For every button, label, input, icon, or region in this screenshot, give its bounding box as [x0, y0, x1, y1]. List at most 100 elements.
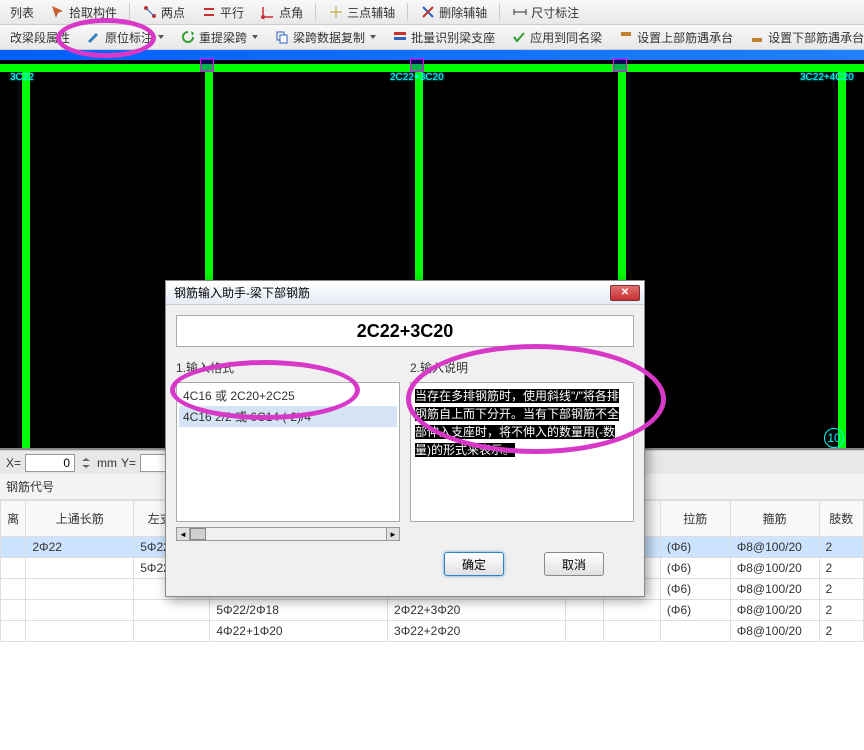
tool-point-angle[interactable]: 点角 [254, 2, 309, 23]
table-cell[interactable] [1, 537, 26, 558]
table-cell[interactable] [603, 600, 660, 621]
col-tie[interactable]: 拉筋 [660, 501, 730, 537]
tool-delete-axis[interactable]: 删除辅轴 [414, 2, 493, 23]
table-cell[interactable] [26, 579, 134, 600]
table-cell[interactable]: 4Φ22+1Φ20 [210, 621, 388, 642]
table-cell[interactable]: (Φ6) [660, 558, 730, 579]
scroll-left-button[interactable]: ◄ [176, 527, 190, 541]
tool-copy-span-data[interactable]: 梁跨数据复制 [268, 27, 382, 48]
axis-icon [328, 4, 344, 20]
format-list-item[interactable]: 4C16 或 2C20+2C25 [179, 385, 397, 406]
table-row[interactable]: 5Φ22/2Φ182Φ22+3Φ20 (Φ6)Φ8@100/202 [1, 600, 864, 621]
tool-set-top-rebar[interactable]: 设置上部筋遇承台 [612, 27, 739, 48]
tool-parallel[interactable]: 平行 [195, 2, 250, 23]
tool-set-bottom-rebar[interactable]: 设置下部筋遇承台 [743, 27, 864, 48]
table-cell[interactable]: Φ8@100/20 [730, 600, 819, 621]
format-list[interactable]: 4C16 或 2C20+2C25 4C16 2/2 或 6C14 (-2)/4 [176, 382, 400, 522]
col-top-long[interactable]: 上通长筋 [26, 501, 134, 537]
table-cell[interactable]: 2 [819, 579, 863, 600]
table-cell[interactable] [26, 621, 134, 642]
table-cell[interactable] [26, 558, 134, 579]
table-row[interactable]: 4Φ22+1Φ203Φ22+2Φ20 Φ8@100/202 [1, 621, 864, 642]
col-stirrup[interactable]: 箍筋 [730, 501, 819, 537]
tool-pick-component[interactable]: 拾取构件 [44, 2, 123, 23]
dialog-right-column: 2.输入说明 当存在多排钢筋时，使用斜线"/"将各排钢筋自上而下分开。当有下部钢… [410, 359, 634, 542]
table-cell[interactable]: 2 [819, 558, 863, 579]
col-gap[interactable]: 离 [1, 501, 26, 537]
tool-list[interactable]: 列表 [4, 2, 40, 23]
beam-vertical[interactable] [838, 64, 846, 448]
beam-node[interactable] [200, 58, 214, 72]
scroll-track[interactable] [190, 527, 386, 541]
toolbar-top: 列表 拾取构件 两点 平行 点角 三点辅轴 删除辅轴 尺寸标注 [0, 0, 864, 25]
dialog-titlebar[interactable]: 钢筋输入助手-梁下部钢筋 ✕ [166, 281, 644, 305]
scroll-right-button[interactable]: ► [386, 527, 400, 541]
cancel-button[interactable]: 取消 [544, 552, 604, 576]
beam-vertical[interactable] [22, 64, 30, 448]
ok-button[interactable]: 确定 [444, 552, 504, 576]
table-cell[interactable]: Φ8@100/20 [730, 558, 819, 579]
horizontal-scrollbar[interactable]: ◄ ► [176, 526, 400, 542]
x-input[interactable] [25, 454, 75, 472]
table-cell[interactable]: Φ8@100/20 [730, 537, 819, 558]
rebar-input-dialog: 钢筋输入助手-梁下部钢筋 ✕ 1.输入格式 4C16 或 2C20+2C25 4… [165, 280, 645, 597]
beam-horizontal[interactable] [0, 64, 864, 72]
bottom-rebar-icon [749, 29, 765, 45]
table-cell[interactable]: 5Φ22/2Φ18 [210, 600, 388, 621]
parallel-icon [201, 4, 217, 20]
table-cell[interactable]: Φ8@100/20 [730, 621, 819, 642]
dimension-icon [512, 4, 528, 20]
stepper-icon[interactable] [79, 456, 93, 470]
table-cell[interactable] [1, 579, 26, 600]
two-points-icon [142, 4, 158, 20]
table-cell[interactable]: 3Φ22+2Φ20 [388, 621, 566, 642]
description-box: 当存在多排钢筋时，使用斜线"/"将各排钢筋自上而下分开。当有下部钢筋不全部伸入支… [410, 382, 634, 522]
dropdown-icon [158, 35, 164, 39]
table-cell[interactable]: Φ8@100/20 [730, 579, 819, 600]
x-label: X= [6, 456, 21, 470]
table-cell[interactable] [603, 621, 660, 642]
tool-modify-beam-segment[interactable]: 改梁段属性 [4, 27, 76, 48]
description-text: 当存在多排钢筋时，使用斜线"/"将各排钢筋自上而下分开。当有下部钢筋不全部伸入支… [415, 389, 619, 457]
table-cell[interactable]: 2 [819, 621, 863, 642]
tool-dimension[interactable]: 尺寸标注 [506, 2, 585, 23]
table-cell[interactable] [1, 558, 26, 579]
tool-two-points[interactable]: 两点 [136, 2, 191, 23]
beam-node[interactable] [613, 58, 627, 72]
scroll-thumb[interactable] [190, 528, 206, 540]
rebar-input-field[interactable] [176, 315, 634, 347]
beam-node[interactable] [410, 58, 424, 72]
angle-icon [260, 4, 276, 20]
separator [315, 3, 316, 21]
table-cell[interactable] [1, 600, 26, 621]
table-cell[interactable]: 2 [819, 537, 863, 558]
canvas-ruler [0, 50, 864, 60]
table-cell[interactable] [134, 621, 210, 642]
table-cell[interactable]: 2Φ22+3Φ20 [388, 600, 566, 621]
table-cell[interactable]: 2Φ22 [26, 537, 134, 558]
refresh-icon [180, 29, 196, 45]
table-cell[interactable]: (Φ6) [660, 579, 730, 600]
apply-icon [511, 29, 527, 45]
top-rebar-icon [618, 29, 634, 45]
col-limbs[interactable]: 肢数 [819, 501, 863, 537]
table-cell[interactable] [565, 621, 603, 642]
tool-three-point-axis[interactable]: 三点辅轴 [322, 2, 401, 23]
tool-apply-same-name[interactable]: 应用到同名梁 [505, 27, 608, 48]
tool-batch-recognize[interactable]: 批量识别梁支座 [386, 27, 501, 48]
table-cell[interactable] [565, 600, 603, 621]
tool-inplace-annotation[interactable]: 原位标注 [80, 27, 170, 48]
table-cell[interactable]: (Φ6) [660, 537, 730, 558]
delete-axis-icon [420, 4, 436, 20]
table-cell[interactable] [1, 621, 26, 642]
tool-reextract-span[interactable]: 重提梁跨 [174, 27, 264, 48]
dialog-close-button[interactable]: ✕ [610, 285, 640, 301]
table-cell[interactable] [26, 600, 134, 621]
table-cell[interactable] [134, 600, 210, 621]
table-cell[interactable]: 2 [819, 600, 863, 621]
format-list-item[interactable]: 4C16 2/2 或 6C14 (-2)/4 [179, 406, 397, 427]
unit-label: mm [97, 456, 117, 470]
table-cell[interactable]: (Φ6) [660, 600, 730, 621]
table-cell[interactable] [660, 621, 730, 642]
separator [129, 3, 130, 21]
